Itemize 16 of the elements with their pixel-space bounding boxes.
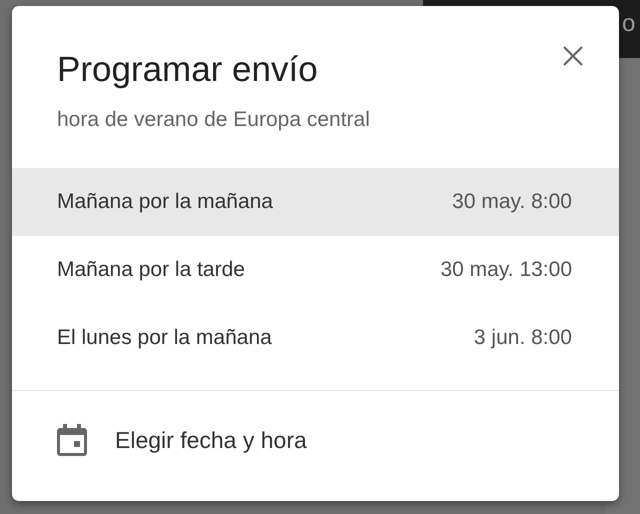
background-text: o — [622, 10, 636, 38]
option-label: El lunes por la mañana — [57, 326, 272, 350]
option-label: Mañana por la mañana — [57, 190, 273, 214]
option-time: 3 jun. 8:00 — [474, 326, 572, 350]
option-time: 30 may. 13:00 — [440, 258, 572, 282]
calendar-icon — [57, 424, 87, 456]
option-time: 30 may. 8:00 — [452, 190, 572, 214]
close-button[interactable] — [561, 44, 585, 68]
schedule-option[interactable]: Mañana por la mañana 30 may. 8:00 — [12, 168, 619, 236]
timezone-label: hora de verano de Europa central — [56, 107, 371, 132]
schedule-option[interactable]: Mañana por la tarde 30 may. 13:00 — [12, 236, 619, 304]
dialog-title: Programar envío — [57, 50, 318, 90]
close-icon — [561, 44, 585, 68]
option-label: Mañana por la tarde — [57, 258, 245, 282]
schedule-option[interactable]: El lunes por la mañana 3 jun. 8:00 — [12, 304, 619, 372]
pick-date-option[interactable]: Elegir fecha y hora — [12, 391, 619, 489]
